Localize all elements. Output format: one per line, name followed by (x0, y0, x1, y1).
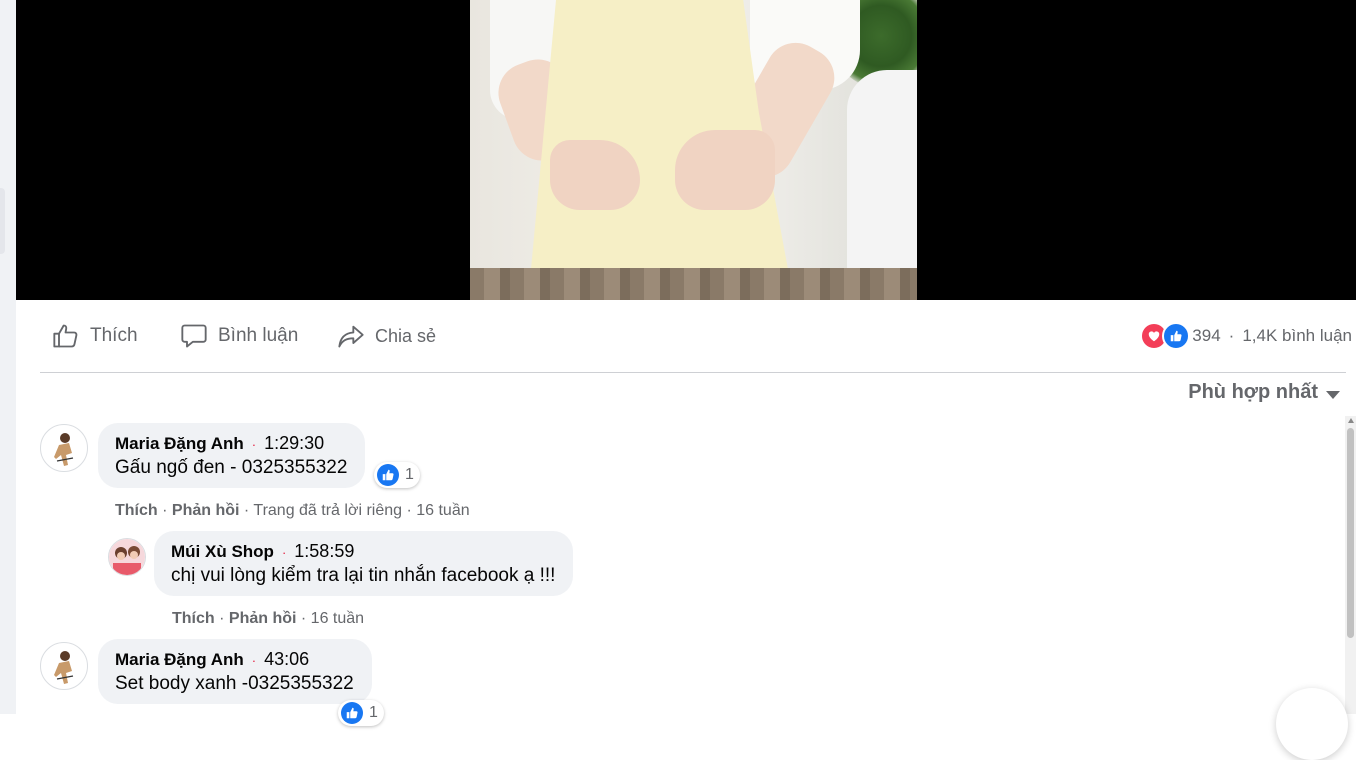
like-button[interactable]: Thích (52, 310, 138, 362)
like-reaction-icon (1162, 322, 1191, 350)
reply-text: chị vui lòng kiểm tra lại tin nhắn faceb… (171, 565, 556, 586)
reply-bubble: Múi Xù Shop · 1:58:59 chị vui lòng kiểm tr… (154, 531, 574, 596)
reply-meta-info: · 16 tuần (296, 610, 365, 627)
chat-button[interactable] (1276, 688, 1348, 760)
comment-text: Gấu ngố đen - 0325355322 (115, 457, 348, 478)
video-hand-left (550, 140, 640, 210)
comment-sort-dropdown[interactable]: Phù hợp nhất (1188, 381, 1340, 404)
scrollbar-thumb[interactable] (1347, 428, 1354, 638)
scrollbar[interactable] (1345, 416, 1356, 714)
avatar[interactable] (108, 538, 146, 576)
time-separator: · (281, 545, 287, 560)
thumbs-up-icon (53, 324, 78, 348)
reaction-stats[interactable]: 394 · 1,4K bình luận (1140, 322, 1352, 350)
share-button[interactable]: Chia sẻ (337, 310, 436, 362)
comment-author[interactable]: Maria Đặng Anh (115, 650, 244, 669)
video-chair (847, 70, 917, 270)
comment-meta-info: · Trang đã trả lời riêng · 16 tuần (239, 502, 470, 519)
video-table (470, 268, 917, 300)
share-label: Chia sẻ (375, 325, 437, 346)
video-hand-right (675, 130, 775, 210)
comment-author[interactable]: Maria Đặng Anh (115, 434, 244, 453)
comment-timestamp[interactable]: 1:29:30 (264, 433, 324, 453)
left-panel-edge (0, 0, 16, 714)
divider (40, 372, 1346, 373)
reaction-count: 394 (1192, 326, 1221, 345)
comment-reaction-badge[interactable]: 1 (374, 462, 420, 488)
comment-reaction-badge[interactable]: 1 (338, 700, 384, 726)
post-actions-bar: Thích Bình luận Chia sẻ 394 · 1,4K bình … (40, 310, 1356, 366)
comment-like-count: 1 (405, 466, 414, 483)
comment-text: Set body xanh -0325355322 (115, 673, 354, 694)
comment-timestamp[interactable]: 43:06 (264, 649, 309, 669)
comment-like-count: 1 (369, 704, 378, 721)
left-panel-handle (0, 188, 5, 254)
reply-like-link[interactable]: Thích (172, 610, 215, 627)
comment-bubble-icon (181, 324, 207, 348)
avatar-figure-icon (54, 433, 74, 466)
comment-count-link[interactable]: 1,4K bình luận (1242, 326, 1352, 346)
reply-timestamp[interactable]: 1:58:59 (294, 541, 354, 561)
scroll-up-arrow-icon[interactable] (1348, 418, 1354, 423)
comment-like-link[interactable]: Thích (115, 502, 158, 519)
stats-separator: · (1228, 326, 1235, 345)
reply-author[interactable]: Múi Xù Shop (171, 542, 274, 561)
like-label: Thích (90, 325, 138, 346)
comment-reply-link[interactable]: Phản hồi (172, 502, 240, 519)
like-reaction-icon (377, 464, 399, 486)
comment-meta: Thích · Phản hồi · Trang đã trả lời riên… (115, 502, 470, 519)
video-player[interactable] (16, 0, 1356, 300)
comment-button[interactable]: Bình luận (180, 310, 298, 362)
avatar-figure-icon (54, 651, 74, 684)
caret-down-icon (1326, 390, 1340, 399)
reply-reply-link[interactable]: Phản hồi (229, 610, 297, 627)
reply-meta: Thích · Phản hồi · 16 tuần (172, 610, 365, 627)
comment-bubble: Maria Đặng Anh · 1:29:30 Gấu ngố đen - 032… (98, 423, 366, 488)
video-frame (470, 0, 917, 300)
sort-label: Phù hợp nhất (1188, 381, 1318, 403)
time-separator: · (251, 437, 257, 452)
avatar[interactable] (40, 424, 88, 472)
share-arrow-icon (338, 325, 364, 348)
time-separator: · (251, 653, 257, 668)
like-reaction-icon (341, 702, 363, 724)
comment-label: Bình luận (218, 325, 299, 346)
avatar[interactable] (40, 642, 88, 690)
comment-bubble: Maria Đặng Anh · 43:06 Set body xanh -0325… (98, 639, 372, 704)
avatar-photo-icon (109, 539, 145, 575)
